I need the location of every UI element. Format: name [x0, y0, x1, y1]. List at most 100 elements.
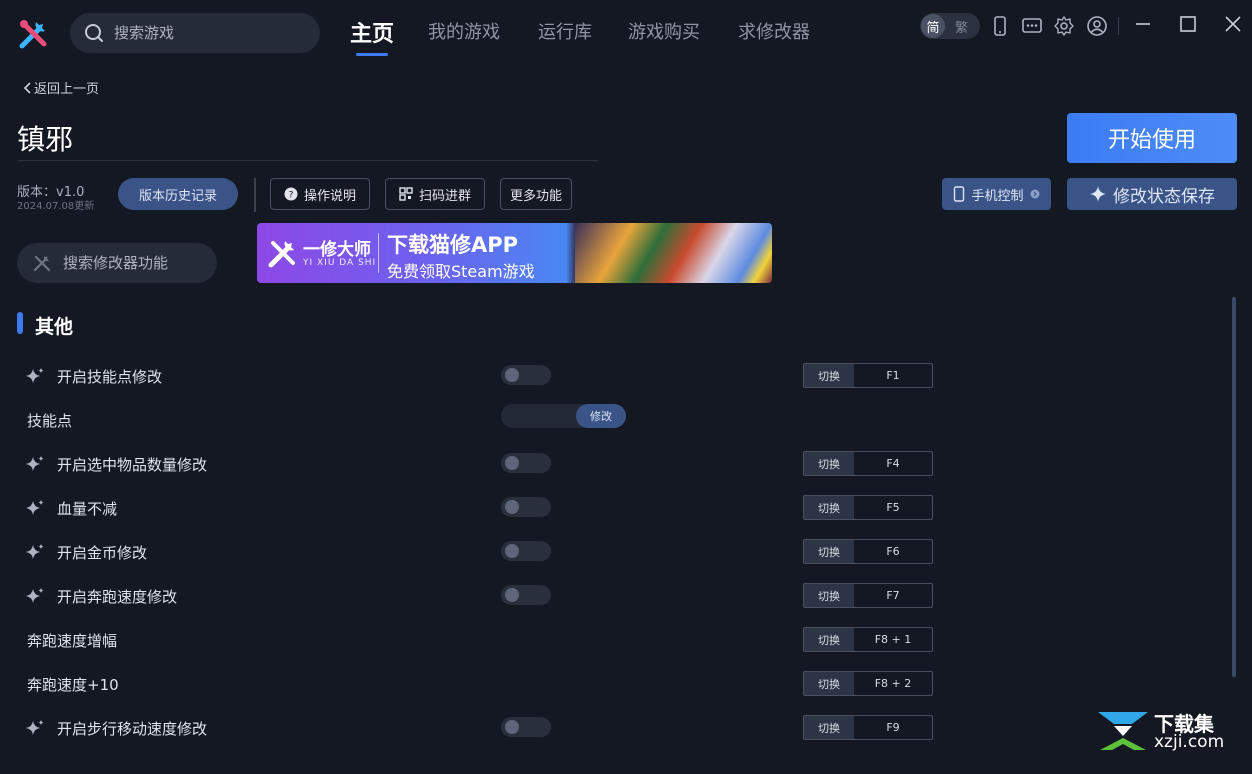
- hotkey-binding: 切换 F6: [803, 539, 933, 564]
- apply-edit-button[interactable]: 修改: [576, 404, 626, 428]
- cheat-label: 开启选中物品数量修改: [57, 456, 208, 474]
- instructions-label: 操作说明: [303, 188, 356, 204]
- section-accent-bar: [17, 312, 23, 334]
- hotkey-toggle-button[interactable]: 切换: [804, 716, 854, 739]
- cheat-toggle-switch[interactable]: [501, 365, 551, 385]
- watermark-logo-icon: [1098, 712, 1148, 750]
- cheat-toggle-switch[interactable]: [501, 497, 551, 517]
- back-link[interactable]: 返回上一页: [22, 78, 99, 97]
- cheat-row: 技能点 修改: [0, 400, 1230, 444]
- switch-knob: [505, 500, 519, 514]
- sparkle-icon: [26, 720, 44, 735]
- watermark-domain: xzji.com: [1154, 732, 1225, 752]
- tab-runtime-library[interactable]: 运行库: [538, 18, 592, 44]
- hotkey-key[interactable]: F6: [854, 540, 932, 563]
- maximize-icon[interactable]: [1175, 12, 1201, 38]
- version-history-button[interactable]: 版本历史记录: [118, 178, 238, 210]
- toolbar-divider: [254, 178, 256, 212]
- hotkey-key[interactable]: F1: [854, 364, 932, 387]
- tab-my-games[interactable]: 我的游戏: [428, 18, 500, 44]
- instructions-button[interactable]: ? 操作说明: [270, 178, 370, 210]
- hotkey-key[interactable]: F7: [854, 584, 932, 607]
- cheat-row: 奔跑速度+10 切换 F8 + 2: [0, 664, 1230, 708]
- sparkle-icon: [1090, 186, 1106, 202]
- hotkey-toggle-button[interactable]: 切换: [804, 364, 854, 387]
- tools-icon: [33, 255, 51, 272]
- hotkey-toggle-button[interactable]: 切换: [804, 628, 854, 651]
- sparkle-icon: [26, 544, 44, 559]
- tab-home[interactable]: 主页: [350, 16, 395, 56]
- hotkey-binding: 切换 F8 + 1: [803, 627, 933, 652]
- sparkle-icon: [26, 500, 44, 515]
- tab-game-store-label: 游戏购买: [628, 22, 700, 43]
- tab-home-label: 主页: [350, 22, 395, 47]
- help-icon: ?: [284, 187, 298, 201]
- cheat-row: 开启选中物品数量修改 切换 F4: [0, 444, 1230, 488]
- promo-banner[interactable]: 一修大师 YI XIU DA SHI 下载猫修APP 免费领取Steam游戏: [257, 223, 772, 283]
- cheat-row: 血量不减 切换 F5: [0, 488, 1230, 532]
- banner-headline: 下载猫修APP: [387, 233, 519, 257]
- scan-qr-button[interactable]: 扫码进群: [385, 178, 485, 210]
- hotkey-toggle-button[interactable]: 切换: [804, 540, 854, 563]
- tab-request-trainer[interactable]: 求修改器: [738, 18, 810, 44]
- hotkey-key[interactable]: F9: [854, 716, 932, 739]
- cheat-label: 开启奔跑速度修改: [57, 588, 178, 606]
- feature-search-box[interactable]: [17, 243, 217, 283]
- user-avatar-icon[interactable]: [1086, 15, 1108, 37]
- hotkey-binding: 切换 F7: [803, 583, 933, 608]
- language-toggle[interactable]: 简 繁: [920, 13, 980, 39]
- close-icon[interactable]: [1220, 12, 1246, 38]
- svg-text:?: ?: [289, 191, 294, 201]
- cheat-row: 奔跑速度增幅 切换 F8 + 1: [0, 620, 1230, 664]
- cheat-row: 开启步行移动速度修改 切换 F9: [0, 708, 1230, 752]
- hotkey-key[interactable]: F8 + 2: [854, 672, 932, 695]
- active-tab-indicator: [356, 53, 389, 56]
- hotkey-key[interactable]: F4: [854, 452, 932, 475]
- feature-search-input[interactable]: [63, 254, 213, 272]
- cheat-label: 技能点: [27, 412, 73, 430]
- banner-divider: [378, 233, 379, 273]
- title-divider: [17, 160, 599, 161]
- phone-icon[interactable]: [989, 15, 1011, 37]
- settings-gear-icon[interactable]: [1053, 15, 1075, 37]
- app-logo-icon: [19, 20, 47, 49]
- cheat-toggle-switch[interactable]: [501, 717, 551, 737]
- hotkey-toggle-button[interactable]: 切换: [804, 672, 854, 695]
- phone-control-label: 手机控制: [971, 188, 1024, 204]
- hotkey-binding: 切换 F1: [803, 363, 933, 388]
- cheat-row: 开启技能点修改 切换 F1: [0, 356, 1230, 400]
- tab-game-store[interactable]: 游戏购买: [628, 18, 700, 44]
- banner-brand-pinyin: YI XIU DA SHI: [303, 258, 377, 268]
- tab-runtime-library-label: 运行库: [538, 22, 592, 43]
- save-state-button[interactable]: 修改状态保存: [1067, 178, 1237, 210]
- lang-traditional[interactable]: 繁: [955, 17, 968, 36]
- hotkey-toggle-button[interactable]: 切换: [804, 584, 854, 607]
- search-input[interactable]: [114, 24, 304, 42]
- cheat-toggle-switch[interactable]: [501, 541, 551, 561]
- phone-control-button[interactable]: 手机控制: [942, 178, 1051, 210]
- start-button[interactable]: 开始使用: [1067, 113, 1237, 163]
- value-input-field[interactable]: 修改: [501, 404, 626, 428]
- more-features-button[interactable]: 更多功能: [500, 178, 572, 210]
- lang-simplified[interactable]: 简: [921, 14, 945, 38]
- scrollbar[interactable]: [1232, 297, 1236, 677]
- tab-my-games-label: 我的游戏: [428, 22, 500, 43]
- hotkey-toggle-button[interactable]: 切换: [804, 496, 854, 519]
- hotkey-toggle-button[interactable]: 切换: [804, 452, 854, 475]
- switch-knob: [505, 720, 519, 734]
- cheat-toggle-switch[interactable]: [501, 453, 551, 473]
- hotkey-key[interactable]: F8 + 1: [854, 628, 932, 651]
- qr-code-icon: [399, 187, 413, 201]
- game-search-box[interactable]: [70, 13, 320, 53]
- cheat-toggle-switch[interactable]: [501, 585, 551, 605]
- sparkle-icon: [26, 368, 44, 383]
- minimize-icon[interactable]: [1130, 12, 1156, 38]
- hotkey-key[interactable]: F5: [854, 496, 932, 519]
- cheat-row: 开启奔跑速度修改 切换 F7: [0, 576, 1230, 620]
- cheat-row: 开启金币修改 切换 F6: [0, 532, 1230, 576]
- save-state-label: 修改状态保存: [1113, 186, 1215, 207]
- message-icon[interactable]: [1021, 15, 1043, 37]
- scan-qr-label: 扫码进群: [418, 188, 471, 204]
- cheat-label: 开启金币修改: [57, 544, 148, 562]
- cheat-label: 开启步行移动速度修改: [57, 720, 208, 738]
